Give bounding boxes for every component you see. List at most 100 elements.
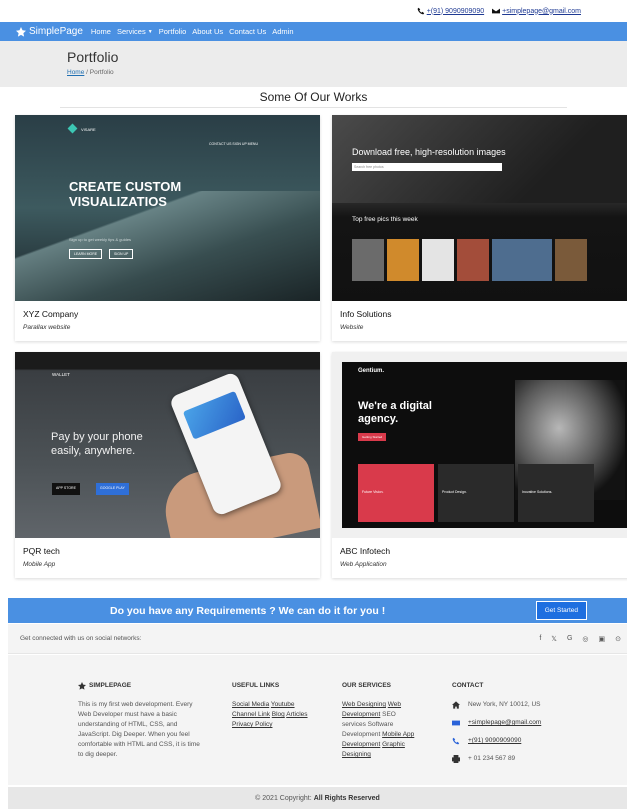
thumb-button: Getting Started — [358, 433, 387, 441]
page-title: Portfolio — [67, 49, 119, 65]
breadcrumb-separator: / — [86, 69, 88, 76]
feature-box: Future Vision. — [358, 464, 434, 522]
star-icon — [16, 26, 26, 37]
brand-link[interactable]: SimplePage — [16, 26, 83, 37]
thumb-menu: CONTACT US SIGN UP MENU — [208, 142, 258, 146]
thumb-title: Download free, high-resolution images — [352, 147, 506, 157]
logo-mark-icon — [67, 123, 78, 134]
nav-about[interactable]: About Us — [192, 27, 223, 36]
footer-about-heading: SIMPLEPAGE — [78, 681, 203, 691]
top-email-text: +simplepage@gmail.com — [502, 7, 581, 15]
footer-links-title: USEFUL LINKS — [232, 682, 280, 689]
nav-home[interactable]: Home — [91, 27, 111, 36]
footer-contact-title: CONTACT — [452, 682, 484, 689]
card-meta: XYZ Company Parallax website — [15, 301, 320, 341]
portfolio-card-pqr[interactable]: WALLET Pay by your phone easily, anywher… — [15, 352, 320, 578]
footer-contact: CONTACT New York, NY 10012, US +simplepa… — [452, 681, 592, 772]
card-title: XYZ Company — [23, 309, 79, 319]
portfolio-card-info[interactable]: Download free, high-resolution images Se… — [332, 115, 627, 341]
footer-link[interactable]: Articles — [286, 711, 307, 718]
nav-services[interactable]: Services ▼ — [117, 27, 153, 36]
card-title: Info Solutions — [340, 309, 392, 319]
caret-down-icon: ▼ — [147, 29, 153, 35]
get-started-button[interactable]: Get Started — [535, 601, 587, 620]
home-icon — [452, 701, 460, 709]
phone-icon — [452, 737, 460, 745]
address-text: New York, NY 10012, US — [468, 701, 541, 708]
social-text: Get connected with us on social networks… — [20, 635, 142, 642]
footer-links: USEFUL LINKS Social Media Youtube Channe… — [232, 681, 312, 730]
contact-email[interactable]: +simplepage@gmail.com — [452, 718, 592, 728]
portfolio-thumbnail: Download free, high-resolution images Se… — [332, 115, 627, 301]
linkedin-icon[interactable]: ▣ — [599, 635, 606, 643]
photo-thumb — [352, 239, 384, 281]
thumb-headline: Pay by your phone easily, anywhere. — [51, 430, 143, 458]
github-icon[interactable]: ⊙ — [615, 635, 621, 643]
breadcrumb-home[interactable]: Home — [67, 69, 84, 76]
photo-thumb — [422, 239, 454, 281]
nav-contact[interactable]: Contact Us — [229, 27, 266, 36]
nav-services-label: Services — [116, 27, 146, 36]
contact-address: New York, NY 10012, US — [452, 700, 592, 710]
card-subtitle: Web Application — [340, 561, 387, 568]
thumb-signup-btn: SIGN UP — [109, 249, 134, 259]
top-phone-link[interactable]: +(91) 9090909090 — [417, 7, 484, 15]
thumb-learn-btn: LEARN MORE — [69, 249, 103, 259]
instagram-icon[interactable]: ◎ — [582, 635, 588, 643]
footer-link[interactable]: Youtube — [271, 701, 295, 708]
footer-link[interactable]: Social Media — [232, 701, 269, 708]
printer-icon — [452, 755, 460, 763]
thumb-headline: We're a digital agency. — [358, 400, 432, 426]
facebook-icon[interactable]: f — [539, 635, 541, 643]
portfolio-card-xyz[interactable]: VISARE CONTACT US SIGN UP MENU CREATE CU… — [15, 115, 320, 341]
google-icon[interactable]: G — [567, 635, 572, 643]
contact-fax: + 01 234 567 89 — [452, 754, 592, 764]
section-title: Some Of Our Works — [60, 87, 567, 108]
footer-link[interactable]: Blog — [272, 711, 285, 718]
footer: SIMPLEPAGE This is my first web developm… — [8, 655, 627, 785]
hero-graphic — [332, 115, 627, 203]
card-title: PQR tech — [23, 546, 60, 556]
nav-admin[interactable]: Admin — [272, 27, 293, 36]
thumb-brand: WALLET — [52, 372, 70, 377]
thumb-line-2: agency. — [358, 413, 399, 425]
google-play-badge: GOOGLE PLAY — [96, 483, 129, 495]
email-link[interactable]: +simplepage@gmail.com — [468, 718, 541, 728]
copyright-prefix: © 2021 Copyright: — [255, 794, 312, 802]
photo-thumb — [555, 239, 587, 281]
footer-service-link[interactable]: Web Designing — [342, 701, 386, 708]
cta-text: Do you have any Requirements ? We can do… — [110, 604, 386, 617]
thumb-week: Top free pics this week — [352, 216, 418, 223]
footer-services-title: OUR SERVICES — [342, 682, 392, 689]
phone-icon — [417, 7, 424, 15]
twitter-icon[interactable]: 𝕏 — [551, 635, 557, 643]
footer-link[interactable]: Privacy Policy — [232, 721, 272, 728]
photo-thumb — [387, 239, 419, 281]
portfolio-card-abc[interactable]: Gentium. We're a digital agency. Getting… — [332, 352, 627, 578]
brand-name: SimplePage — [29, 26, 83, 37]
thumb-headline: CREATE CUSTOM VISUALIZATIOS — [69, 179, 182, 209]
thumb-canvas: Gentium. We're a digital agency. Getting… — [342, 362, 627, 528]
card-graphic — [182, 390, 246, 440]
thumb-sub: Sign up to get weekly tips & guides — [69, 237, 132, 242]
social-bar: Get connected with us on social networks… — [8, 624, 627, 654]
phone-link[interactable]: +(91) 9090909090 — [468, 736, 521, 746]
card-meta: Info Solutions Website — [332, 301, 627, 341]
breadcrumb-current: Portfolio — [89, 69, 114, 76]
thumb-photo-strip — [352, 239, 587, 281]
nav-portfolio[interactable]: Portfolio — [159, 27, 187, 36]
contact-phone[interactable]: +(91) 9090909090 — [452, 736, 592, 746]
footer-about-text: This is my first web development. Every … — [78, 701, 200, 758]
footer-link[interactable]: Channel Link — [232, 711, 270, 718]
page-header: Portfolio Home / Portfolio — [0, 41, 627, 87]
thumb-line-2: easily, anywhere. — [51, 445, 136, 457]
footer-about-title: SIMPLEPAGE — [89, 682, 132, 689]
envelope-icon — [492, 8, 501, 14]
portfolio-thumbnail: Gentium. We're a digital agency. Getting… — [332, 352, 627, 538]
feature-box: Product Design. — [438, 464, 514, 522]
main-navbar: SimplePage Home Services ▼ Portfolio Abo… — [0, 22, 627, 41]
top-email-link[interactable]: +simplepage@gmail.com — [492, 7, 581, 15]
top-contact-bar: +(91) 9090909090 +simplepage@gmail.com — [0, 0, 627, 22]
card-title: ABC Infotech — [340, 546, 391, 556]
copyright-strong: All Rights Reserved — [313, 794, 380, 802]
